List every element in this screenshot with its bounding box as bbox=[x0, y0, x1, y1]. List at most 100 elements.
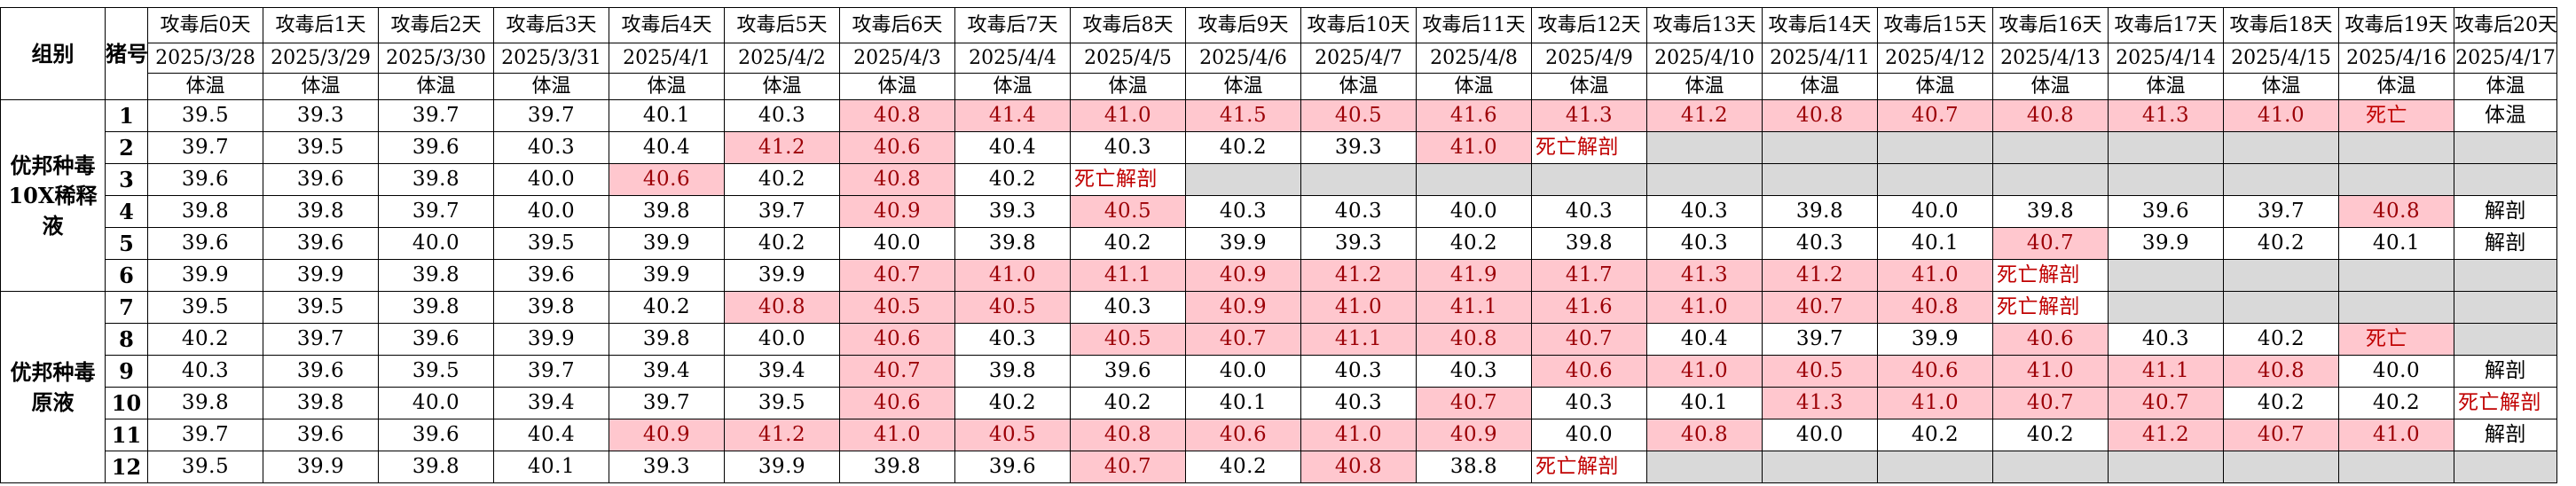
temperature-cell[interactable]: 39.9 bbox=[1185, 227, 1301, 260]
temperature-cell[interactable]: 40.2 bbox=[1185, 451, 1301, 483]
fever-temperature-cell[interactable]: 40.8 bbox=[839, 99, 955, 132]
temperature-cell[interactable]: 39.9 bbox=[493, 323, 609, 356]
fever-temperature-cell[interactable]: 40.9 bbox=[839, 195, 955, 228]
temperature-cell[interactable]: 39.7 bbox=[147, 419, 263, 451]
fever-temperature-cell[interactable]: 41.1 bbox=[1416, 291, 1532, 324]
empty-cell[interactable] bbox=[2454, 323, 2557, 356]
pig-number-cell[interactable]: 11 bbox=[105, 419, 148, 451]
fever-temperature-cell[interactable]: 40.9 bbox=[1185, 259, 1301, 292]
fever-temperature-cell[interactable]: 40.9 bbox=[1416, 419, 1532, 451]
temperature-cell[interactable]: 40.2 bbox=[1992, 419, 2109, 451]
empty-cell[interactable] bbox=[2223, 259, 2339, 292]
day-header-cell[interactable]: 攻毒后10天 bbox=[1300, 7, 1417, 43]
metric-header-cell[interactable]: 体温 bbox=[1300, 73, 1417, 100]
fever-temperature-cell[interactable]: 41.0 bbox=[1877, 259, 1993, 292]
metric-header-cell[interactable]: 体温 bbox=[378, 73, 494, 100]
fever-temperature-cell[interactable]: 41.2 bbox=[724, 131, 840, 164]
fever-temperature-cell[interactable]: 40.7 bbox=[839, 259, 955, 292]
temperature-cell[interactable]: 40.1 bbox=[1877, 227, 1993, 260]
temperature-cell[interactable]: 39.7 bbox=[493, 355, 609, 388]
temperature-cell[interactable]: 39.6 bbox=[378, 131, 494, 164]
empty-cell[interactable] bbox=[2108, 163, 2224, 196]
metric-header-cell[interactable]: 体温 bbox=[1416, 73, 1532, 100]
pig-number-cell[interactable]: 1 bbox=[105, 99, 148, 132]
empty-cell[interactable] bbox=[2454, 131, 2557, 164]
temperature-cell[interactable]: 40.1 bbox=[609, 99, 725, 132]
temperature-cell[interactable]: 39.9 bbox=[724, 451, 840, 483]
fever-temperature-cell[interactable]: 40.5 bbox=[1070, 195, 1186, 228]
fever-temperature-cell[interactable]: 40.8 bbox=[1992, 99, 2109, 132]
pig-number-cell[interactable]: 9 bbox=[105, 355, 148, 388]
death-status-cell[interactable]: 死亡解剖 bbox=[1992, 259, 2109, 292]
metric-header-cell[interactable]: 体温 bbox=[609, 73, 725, 100]
temperature-cell[interactable]: 40.4 bbox=[954, 131, 1071, 164]
day-header-cell[interactable]: 攻毒后11天 bbox=[1416, 7, 1532, 43]
fever-temperature-cell[interactable]: 40.5 bbox=[954, 419, 1071, 451]
fever-temperature-cell[interactable]: 40.6 bbox=[839, 323, 955, 356]
fever-temperature-cell[interactable]: 41.6 bbox=[1531, 291, 1647, 324]
metric-header-cell[interactable]: 体温 bbox=[1877, 73, 1993, 100]
temperature-cell[interactable]: 39.9 bbox=[2108, 227, 2224, 260]
temperature-cell[interactable]: 40.0 bbox=[378, 387, 494, 419]
temperature-cell[interactable]: 40.0 bbox=[1416, 195, 1532, 228]
empty-cell[interactable] bbox=[1992, 163, 2109, 196]
temperature-cell[interactable]: 40.1 bbox=[493, 451, 609, 483]
temperature-cell[interactable]: 39.8 bbox=[1762, 195, 1878, 228]
temperature-cell[interactable]: 39.8 bbox=[147, 387, 263, 419]
day-header-cell[interactable]: 攻毒后19天 bbox=[2338, 7, 2454, 43]
fever-temperature-cell[interactable]: 40.7 bbox=[2223, 419, 2339, 451]
day-header-cell[interactable]: 攻毒后13天 bbox=[1646, 7, 1763, 43]
day-header-cell[interactable]: 攻毒后20天 bbox=[2454, 7, 2557, 43]
metric-header-cell[interactable]: 体温 bbox=[1992, 73, 2109, 100]
fever-temperature-cell[interactable]: 41.0 bbox=[2338, 419, 2454, 451]
temperature-cell[interactable]: 40.1 bbox=[2338, 227, 2454, 260]
death-status-cell[interactable]: 死亡解剖 bbox=[1531, 451, 1647, 483]
fever-temperature-cell[interactable]: 41.0 bbox=[1646, 291, 1763, 324]
empty-cell[interactable] bbox=[2108, 291, 2224, 324]
fever-temperature-cell[interactable]: 41.7 bbox=[1531, 259, 1647, 292]
temperature-cell[interactable]: 39.6 bbox=[378, 419, 494, 451]
temperature-cell[interactable]: 40.3 bbox=[1762, 227, 1878, 260]
empty-cell[interactable] bbox=[2454, 291, 2557, 324]
temperature-cell[interactable]: 40.2 bbox=[147, 323, 263, 356]
temperature-cell[interactable]: 39.5 bbox=[147, 291, 263, 324]
day-header-cell[interactable]: 攻毒后17天 bbox=[2108, 7, 2224, 43]
fever-temperature-cell[interactable]: 40.6 bbox=[609, 163, 725, 196]
fever-temperature-cell[interactable]: 40.9 bbox=[609, 419, 725, 451]
temperature-cell[interactable]: 40.1 bbox=[1646, 387, 1763, 419]
fever-temperature-cell[interactable]: 40.8 bbox=[724, 291, 840, 324]
pig-column-header[interactable]: 猪号 bbox=[105, 7, 148, 100]
date-header-cell[interactable]: 2025/4/7 bbox=[1300, 43, 1417, 74]
metric-header-cell[interactable]: 体温 bbox=[2223, 73, 2339, 100]
day-header-cell[interactable]: 攻毒后0天 bbox=[147, 7, 263, 43]
fever-temperature-cell[interactable]: 40.8 bbox=[2223, 355, 2339, 388]
temperature-cell[interactable]: 40.2 bbox=[954, 163, 1071, 196]
temperature-cell[interactable]: 39.8 bbox=[609, 323, 725, 356]
group-name-cell[interactable]: 优邦种毒原液 bbox=[0, 291, 106, 483]
empty-cell[interactable] bbox=[1762, 451, 1878, 483]
empty-cell[interactable] bbox=[2108, 259, 2224, 292]
death-status-cell[interactable]: 死亡解剖 bbox=[1992, 291, 2109, 324]
metric-header-cell[interactable]: 体温 bbox=[1070, 73, 1186, 100]
empty-cell[interactable] bbox=[2108, 451, 2224, 483]
group-name-cell[interactable]: 优邦种毒10X稀释液 bbox=[0, 99, 106, 292]
date-header-cell[interactable]: 2025/3/31 bbox=[493, 43, 609, 74]
temperature-cell[interactable]: 40.0 bbox=[378, 227, 494, 260]
day-header-cell[interactable]: 攻毒后18天 bbox=[2223, 7, 2339, 43]
temperature-cell[interactable]: 39.6 bbox=[263, 355, 379, 388]
fever-temperature-cell[interactable]: 41.2 bbox=[1646, 99, 1763, 132]
fever-temperature-cell[interactable]: 40.6 bbox=[839, 131, 955, 164]
temperature-cell[interactable]: 39.4 bbox=[609, 355, 725, 388]
temperature-cell[interactable]: 39.7 bbox=[1762, 323, 1878, 356]
temperature-cell[interactable]: 40.2 bbox=[724, 163, 840, 196]
temperature-cell[interactable]: 40.1 bbox=[1185, 387, 1301, 419]
pig-number-cell[interactable]: 6 bbox=[105, 259, 148, 292]
temperature-cell[interactable]: 39.3 bbox=[609, 451, 725, 483]
fever-temperature-cell[interactable]: 41.3 bbox=[1762, 387, 1878, 419]
temperature-cell[interactable]: 39.9 bbox=[609, 259, 725, 292]
empty-cell[interactable] bbox=[2338, 131, 2454, 164]
temperature-cell[interactable]: 40.2 bbox=[2338, 387, 2454, 419]
fever-temperature-cell[interactable]: 40.8 bbox=[2338, 195, 2454, 228]
temperature-cell[interactable]: 39.5 bbox=[378, 355, 494, 388]
pig-number-cell[interactable]: 2 bbox=[105, 131, 148, 164]
